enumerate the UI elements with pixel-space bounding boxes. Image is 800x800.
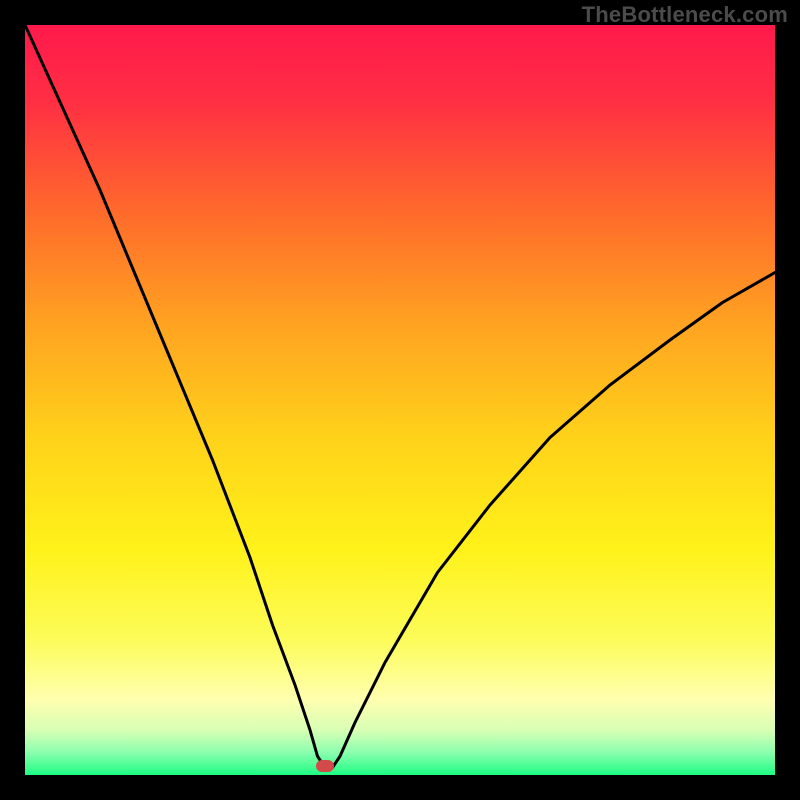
chart-frame: TheBottleneck.com bbox=[0, 0, 800, 800]
optimum-marker bbox=[316, 760, 334, 772]
bottleneck-chart bbox=[25, 25, 775, 775]
gradient-background bbox=[25, 25, 775, 775]
plot-area bbox=[25, 25, 775, 775]
watermark-text: TheBottleneck.com bbox=[582, 2, 788, 28]
